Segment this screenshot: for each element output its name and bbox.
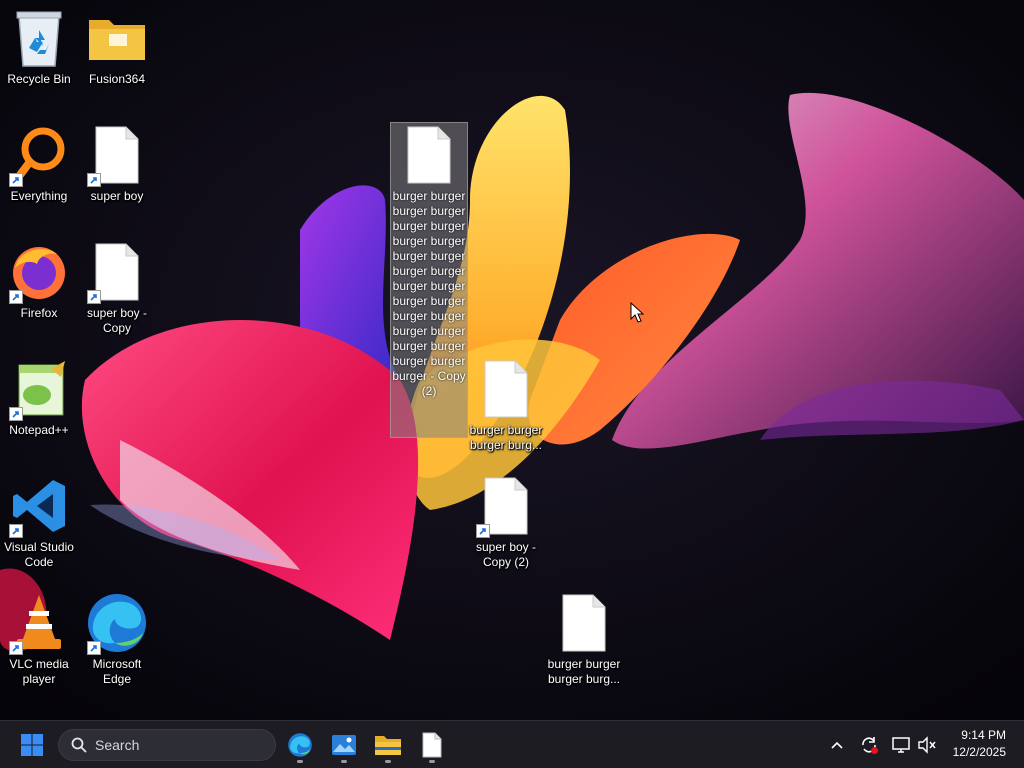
super-boy-copy-label: super boy - Copy — [86, 306, 148, 335]
everything-icon — [7, 123, 71, 187]
burger-copy2-file-item[interactable]: burger burger burger burger burger burge… — [390, 122, 468, 438]
blank-file-icon — [85, 123, 149, 187]
shortcut-arrow-icon — [87, 290, 101, 304]
burger-file-a-label: burger burger burger burg... — [469, 423, 543, 452]
mouse-cursor-icon — [630, 302, 644, 323]
edge-icon-item[interactable]: Microsoft Edge — [78, 591, 156, 687]
blank-file-icon — [474, 357, 538, 421]
blank-file-icon — [85, 240, 149, 304]
photos-icon — [332, 735, 356, 755]
burger-file-b-label: burger burger burger burg... — [547, 657, 621, 686]
everything-label: Everything — [10, 189, 68, 203]
desktop[interactable]: Recycle Bin Everything Firefox Notepad++… — [0, 0, 1024, 720]
recycle-bin-icon — [7, 6, 71, 70]
shortcut-arrow-icon — [9, 524, 23, 538]
search-icon — [71, 737, 87, 753]
blank-file-icon — [397, 123, 461, 187]
edge-icon — [85, 591, 149, 655]
windows-logo-icon — [21, 734, 43, 756]
network-button[interactable] — [888, 729, 914, 761]
taskbar: Search 9:14 PM 12/2/2025 — [0, 720, 1024, 768]
firefox-label: Firefox — [20, 306, 58, 320]
vscode-icon — [7, 474, 71, 538]
vlc-icon-item[interactable]: VLC media player — [0, 591, 78, 687]
taskbar-text-file-button[interactable] — [412, 725, 452, 765]
chevron-up-icon — [831, 741, 843, 749]
running-indicator — [385, 760, 391, 763]
blank-file-icon — [474, 474, 538, 538]
super-boy-label: super boy — [90, 189, 144, 203]
clock-time: 9:14 PM — [961, 728, 1006, 742]
clock-date: 12/2/2025 — [952, 745, 1006, 759]
shortcut-arrow-icon — [87, 641, 101, 655]
edge-label: Microsoft Edge — [92, 657, 142, 686]
firefox-icon-item[interactable]: Firefox — [0, 240, 78, 321]
folder-icon — [375, 736, 401, 755]
blank-file-icon — [552, 591, 616, 655]
shortcut-arrow-icon — [9, 173, 23, 187]
burger-copy2-label: burger burger burger burger burger burge… — [392, 189, 466, 398]
sync-icon — [862, 737, 878, 754]
notepadpp-label: Notepad++ — [9, 423, 69, 437]
start-button[interactable] — [12, 725, 52, 765]
taskbar-file-explorer-button[interactable] — [368, 725, 408, 765]
burger-file-b-item[interactable]: burger burger burger burg... — [545, 591, 623, 687]
fusion360-label: Fusion364 — [88, 72, 146, 86]
shortcut-arrow-icon — [9, 641, 23, 655]
notepadpp-icon — [7, 357, 71, 421]
super-boy-file-item[interactable]: super boy — [78, 123, 156, 204]
edge-icon — [288, 733, 312, 757]
shortcut-arrow-icon — [9, 407, 23, 421]
volume-muted-icon — [918, 736, 936, 754]
running-indicator — [429, 760, 435, 763]
vscode-icon-item[interactable]: Visual Studio Code — [0, 474, 78, 570]
folder-icon — [85, 6, 149, 70]
shortcut-arrow-icon — [9, 290, 23, 304]
super-boy-copy2-label: super boy - Copy (2) — [475, 540, 537, 569]
search-placeholder: Search — [95, 737, 140, 753]
network-icon — [892, 737, 910, 753]
recycle-bin-icon-item[interactable]: Recycle Bin — [0, 6, 78, 87]
taskbar-search-box[interactable]: Search — [58, 729, 276, 761]
blank-file-icon — [422, 732, 442, 758]
show-hidden-icons-button[interactable] — [826, 729, 848, 761]
super-boy-copy-file-item[interactable]: super boy - Copy — [78, 240, 156, 336]
shortcut-arrow-icon — [476, 524, 490, 538]
sync-status-button[interactable] — [856, 729, 882, 761]
taskbar-photos-button[interactable] — [324, 725, 364, 765]
vlc-icon — [7, 591, 71, 655]
firefox-icon — [7, 240, 71, 304]
everything-icon-item[interactable]: Everything — [0, 123, 78, 204]
running-indicator — [297, 760, 303, 763]
notepadpp-icon-item[interactable]: Notepad++ — [0, 357, 78, 438]
running-indicator — [341, 760, 347, 763]
taskbar-clock[interactable]: 9:14 PM 12/2/2025 — [953, 727, 1006, 761]
vlc-label: VLC media player — [9, 657, 69, 686]
shortcut-arrow-icon — [87, 173, 101, 187]
burger-file-a-item[interactable]: burger burger burger burg... — [467, 357, 545, 453]
volume-button[interactable] — [914, 729, 940, 761]
fusion360-folder-item[interactable]: Fusion364 — [78, 6, 156, 87]
recycle-bin-label: Recycle Bin — [7, 72, 71, 86]
vscode-label: Visual Studio Code — [4, 540, 74, 569]
super-boy-copy2-file-item[interactable]: super boy - Copy (2) — [467, 474, 545, 570]
taskbar-edge-button[interactable] — [280, 725, 320, 765]
